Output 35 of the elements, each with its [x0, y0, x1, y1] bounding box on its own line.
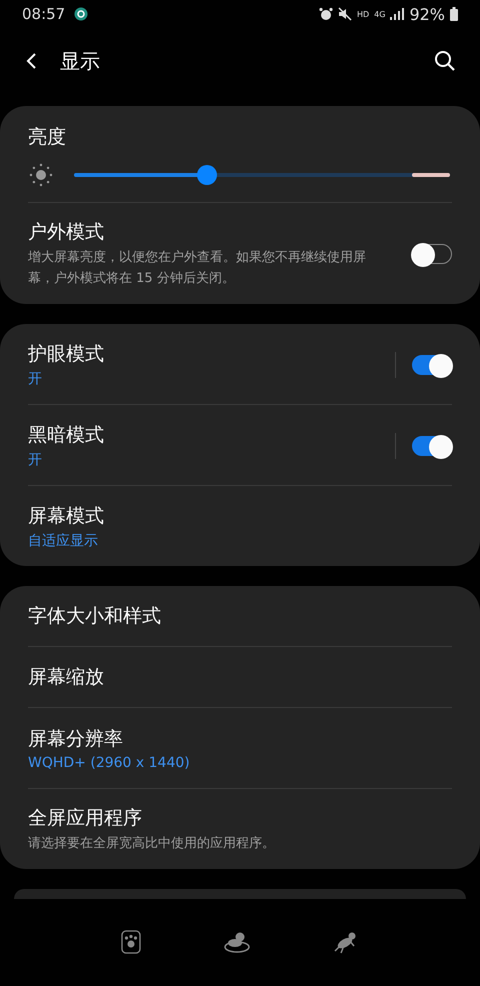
alarm-icon: [318, 7, 333, 21]
clock: 08:57: [22, 5, 66, 23]
mute-icon: [338, 7, 352, 21]
toggle-switch[interactable]: [412, 436, 452, 456]
setting-title[interactable]: 屏幕分辨率: [28, 726, 452, 752]
toggle-switch[interactable]: [412, 244, 452, 264]
slider-thumb[interactable]: [197, 165, 218, 185]
mobile-data-label: 4G: [374, 10, 386, 18]
setting-title[interactable]: 字体大小和样式: [28, 602, 452, 629]
dog-in-bowl-icon[interactable]: [222, 930, 251, 954]
setting-value: 开: [28, 451, 43, 470]
toggle-switch[interactable]: [412, 354, 452, 375]
brightness-icon: [28, 162, 54, 188]
page-title: 显示: [60, 48, 100, 74]
back-icon: [24, 52, 38, 70]
setting-value: WQHD+ (2960 x 1440): [28, 755, 191, 772]
setting-title[interactable]: 黑暗模式: [28, 422, 381, 448]
paw-icon[interactable]: [120, 929, 142, 956]
setting-title[interactable]: 屏幕缩放: [28, 664, 452, 690]
setting-title[interactable]: 户外模式: [28, 219, 398, 245]
signal-icon: [390, 8, 404, 20]
brightness-slider[interactable]: [74, 165, 450, 185]
search-icon: [434, 50, 456, 72]
setting-title[interactable]: 屏幕模式: [28, 503, 452, 530]
setting-title[interactable]: 全屏应用程序: [28, 804, 452, 831]
battery-icon: [450, 7, 458, 21]
setting-value: 自适应显示: [28, 532, 99, 550]
brightness-title: 亮度: [28, 125, 67, 150]
setting-value: 开: [28, 370, 43, 388]
setting-title[interactable]: 护眼模式: [28, 341, 381, 368]
setting-description: 请选择要在全屏宽高比中使用的应用程序。: [28, 834, 276, 853]
app-notification-icon: [74, 7, 88, 21]
setting-description: 增大屏幕亮度，以便您在户外查看。如果您不再继续使用屏幕，户外模式将在 15 分钟后关闭。: [28, 249, 367, 288]
network-label: HD: [356, 10, 370, 18]
battery-level: 92%: [409, 4, 445, 24]
